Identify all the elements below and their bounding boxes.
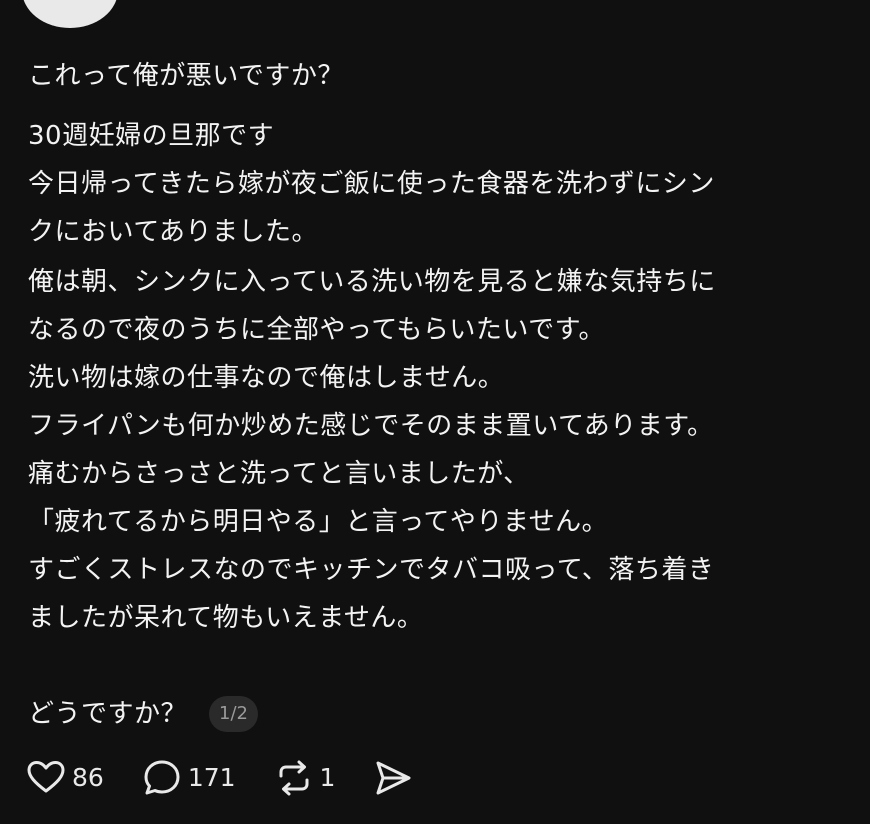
post-closing: どうですか？ 1/2	[28, 690, 258, 738]
page-indicator-badge[interactable]: 1/2	[209, 696, 258, 732]
repost-icon	[279, 760, 309, 796]
post-line: なるので夜のうちに全部やってもらいたいです。	[28, 315, 606, 345]
post-line: 痛むからさっさと洗ってと言いましたが、	[28, 459, 530, 489]
heart-icon	[27, 761, 65, 793]
comment-icon	[144, 760, 180, 795]
avatar[interactable]	[22, 0, 118, 28]
action-bar: 86 171 1	[26, 758, 451, 798]
post-line: フライパンも何か炒めた感じでそのまま置いてあります。	[28, 411, 714, 441]
post-line: ましたが呆れて物もいえません。	[28, 603, 424, 633]
post-content: これって俺が悪いですか？ 30週妊婦の旦那です 今日帰ってきたら嫁が夜ご飯に使っ…	[28, 52, 858, 642]
post-line: 30週妊婦の旦那です	[28, 121, 275, 151]
repost-button[interactable]: 1	[274, 758, 336, 798]
post-body: 30週妊婦の旦那です 今日帰ってきたら嫁が夜ご飯に使った食器を洗わずにシン クに…	[28, 112, 858, 642]
post-line: 「疲れてるから明日やる」と言ってやりません。	[28, 507, 609, 537]
share-button[interactable]	[373, 758, 413, 798]
like-count: 86	[72, 763, 104, 792]
post-line: 今日帰ってきたら嫁が夜ご飯に使った食器を洗わずにシン	[28, 169, 715, 199]
post-line: 俺は朝、シンクに入っている洗い物を見ると嫌な気持ちに	[28, 267, 716, 297]
post-line: すごくストレスなのでキッチンでタバコ吸って、落ち着き	[28, 555, 715, 585]
repost-count: 1	[319, 763, 336, 792]
reply-button[interactable]: 171	[142, 758, 236, 798]
reply-count: 171	[187, 763, 236, 792]
post-title: これって俺が悪いですか？	[28, 61, 344, 91]
send-icon	[376, 761, 411, 795]
like-button[interactable]: 86	[26, 758, 104, 798]
closing-text: どうですか？	[28, 699, 188, 729]
post-line: 洗い物は嫁の仕事なので俺はしません。	[28, 363, 505, 393]
post-line: クにおいてありました。	[28, 217, 318, 247]
